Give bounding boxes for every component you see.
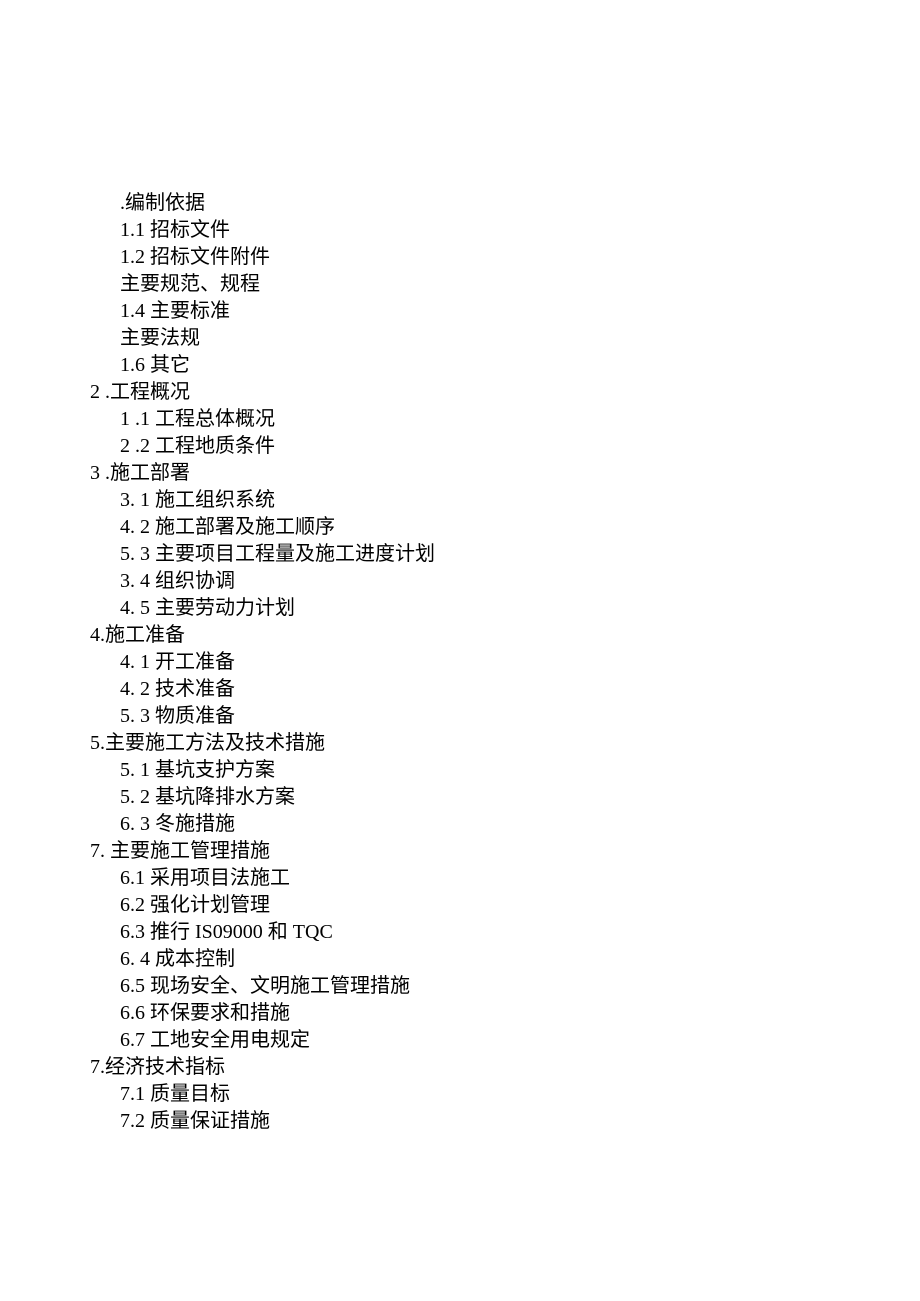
toc-entry: 7.2 质量保证措施 [90,1108,920,1135]
toc-entry: 4. 2 施工部署及施工顺序 [90,514,920,541]
toc-entry: 7.经济技术指标 [90,1054,920,1081]
toc-entry: 2 .2 工程地质条件 [90,433,920,460]
toc-entry: 3. 4 组织协调 [90,568,920,595]
toc-entry: 6.7 工地安全用电规定 [90,1027,920,1054]
table-of-contents: .编制依据1.1 招标文件1.2 招标文件附件主要规范、规程1.4 主要标准主要… [90,190,920,1135]
toc-entry: 主要规范、规程 [90,271,920,298]
toc-entry: 3. 1 施工组织系统 [90,487,920,514]
toc-entry: 1.6 其它 [90,352,920,379]
toc-entry: 4. 5 主要劳动力计划 [90,595,920,622]
toc-entry: 2 .工程概况 [90,379,920,406]
toc-entry: 5. 2 基坑降排水方案 [90,784,920,811]
toc-entry: 7.1 质量目标 [90,1081,920,1108]
toc-entry: 6.5 现场安全、文明施工管理措施 [90,973,920,1000]
toc-entry: 1.1 招标文件 [90,217,920,244]
toc-entry: 1.2 招标文件附件 [90,244,920,271]
toc-entry: 6.2 强化计划管理 [90,892,920,919]
toc-entry: 3 .施工部署 [90,460,920,487]
toc-entry: 5.主要施工方法及技术措施 [90,730,920,757]
toc-entry: 5. 3 主要项目工程量及施工进度计划 [90,541,920,568]
toc-entry: 5. 1 基坑支护方案 [90,757,920,784]
toc-entry: 4. 1 开工准备 [90,649,920,676]
toc-entry: 主要法规 [90,325,920,352]
toc-entry: 6.3 推行 IS09000 和 TQC [90,919,920,946]
toc-entry: .编制依据 [90,190,920,217]
toc-entry: 4.施工准备 [90,622,920,649]
toc-entry: 5. 3 物质准备 [90,703,920,730]
toc-entry: 6. 4 成本控制 [90,946,920,973]
toc-entry: 6. 3 冬施措施 [90,811,920,838]
toc-entry: 6.6 环保要求和措施 [90,1000,920,1027]
toc-entry: 7. 主要施工管理措施 [90,838,920,865]
toc-entry: 1 .1 工程总体概况 [90,406,920,433]
toc-entry: 4. 2 技术准备 [90,676,920,703]
toc-entry: 1.4 主要标准 [90,298,920,325]
toc-entry: 6.1 采用项目法施工 [90,865,920,892]
